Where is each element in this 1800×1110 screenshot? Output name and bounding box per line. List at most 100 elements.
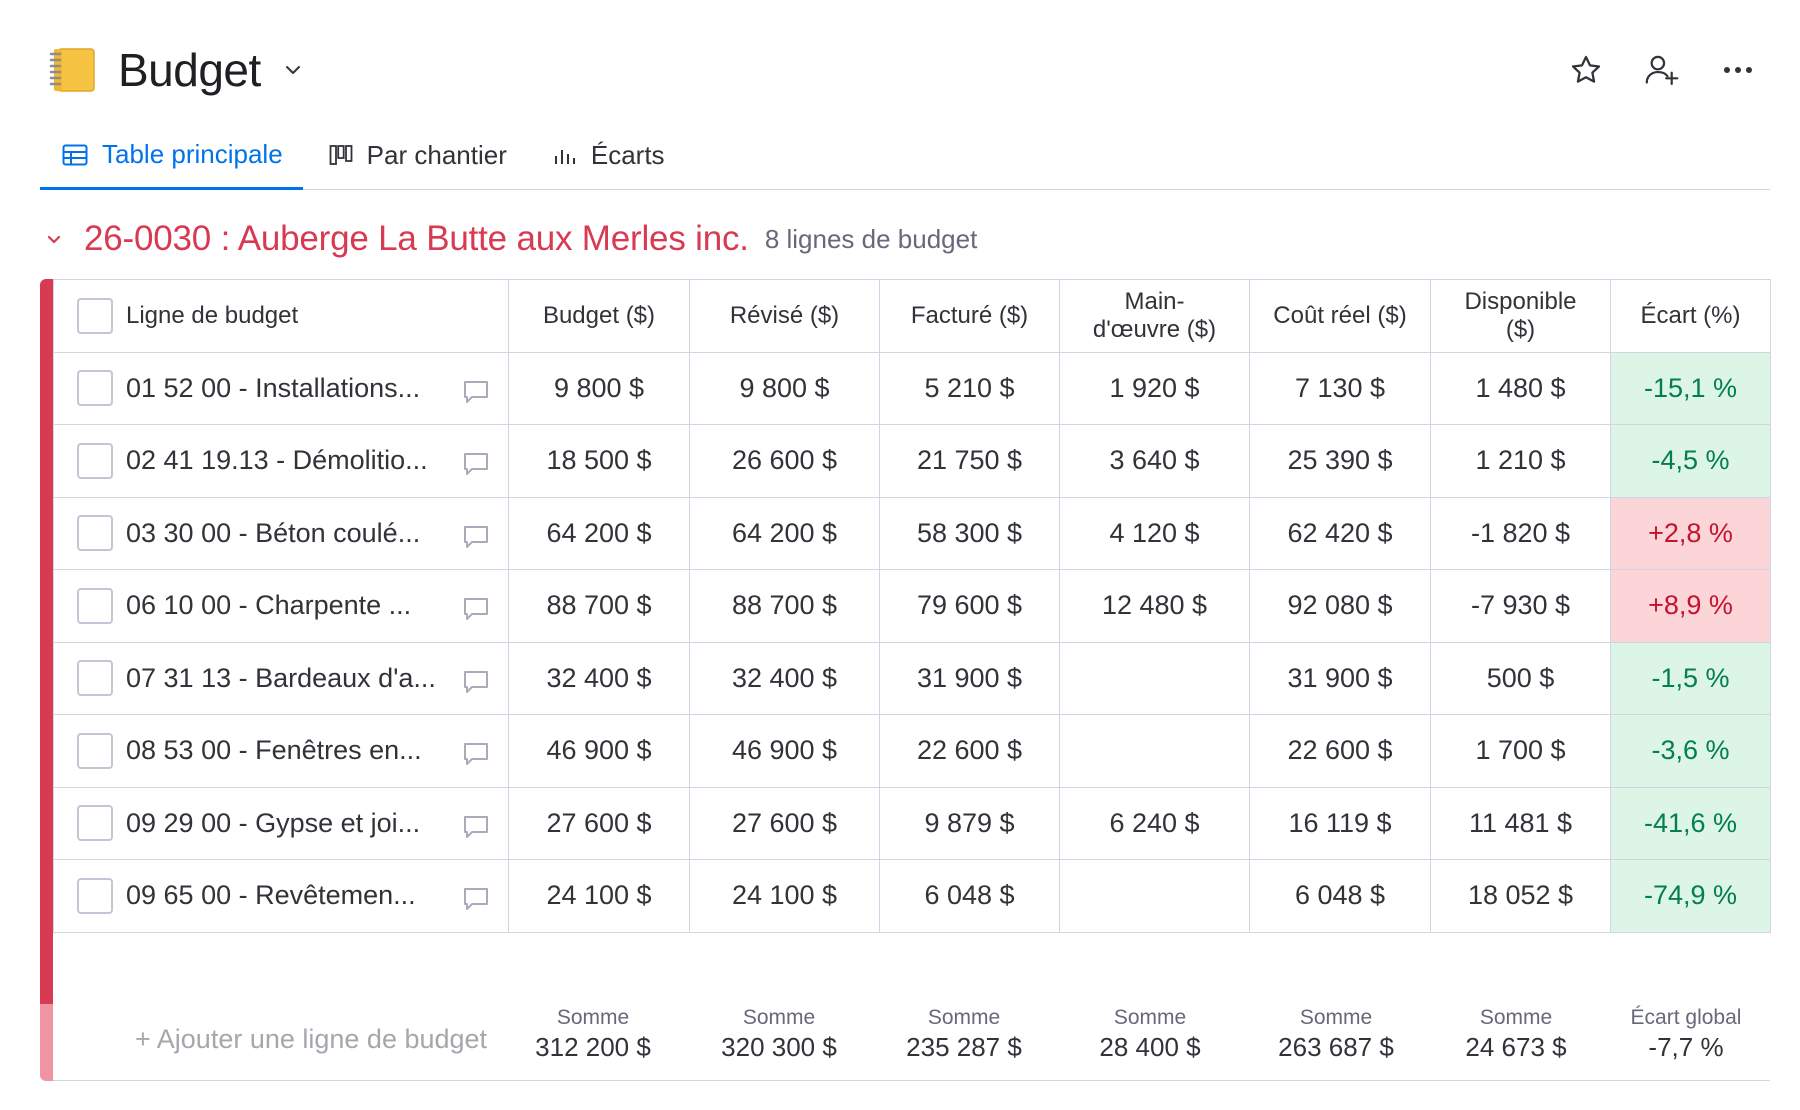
comment-icon[interactable]	[462, 741, 490, 767]
chevron-down-icon[interactable]	[283, 60, 303, 80]
facture-cell[interactable]: 22 600 $	[879, 714, 1060, 788]
cout-reel-cell[interactable]: 22 600 $	[1249, 714, 1431, 788]
item-name-cell[interactable]: 07 31 13 - Bardeaux d'a...	[53, 641, 509, 715]
main-oeuvre-cell[interactable]	[1059, 641, 1250, 715]
facture-cell[interactable]: 31 900 $	[879, 641, 1060, 715]
group-title[interactable]: 26-0030 : Auberge La Butte aux Merles in…	[84, 219, 749, 259]
tab-table-principale[interactable]: Table principale	[40, 122, 303, 190]
revise-cell[interactable]: 88 700 $	[689, 569, 880, 643]
disponible-cell[interactable]: 1 480 $	[1430, 351, 1611, 425]
row-checkbox[interactable]	[77, 370, 113, 407]
disponible-cell[interactable]: 1 210 $	[1430, 424, 1611, 498]
table-row[interactable]: 03 30 00 - Béton coulé... 64 200 $64 200 …	[53, 496, 1771, 570]
revise-cell[interactable]: 46 900 $	[689, 714, 880, 788]
cout-reel-cell[interactable]: 25 390 $	[1249, 424, 1431, 498]
comment-icon[interactable]	[462, 524, 490, 550]
budget-cell[interactable]: 46 900 $	[508, 714, 690, 788]
ecart-cell[interactable]: +8,9 %	[1610, 569, 1771, 643]
main-oeuvre-cell[interactable]	[1059, 859, 1250, 933]
disponible-cell[interactable]: 1 700 $	[1430, 714, 1611, 788]
table-row[interactable]: 08 53 00 - Fenêtres en... 46 900 $46 900 …	[53, 714, 1771, 788]
item-name[interactable]: 09 29 00 - Gypse et joi...	[126, 808, 446, 839]
item-name-cell[interactable]: 09 29 00 - Gypse et joi...	[53, 786, 509, 860]
revise-cell[interactable]: 64 200 $	[689, 496, 880, 570]
facture-cell[interactable]: 9 879 $	[879, 786, 1060, 860]
cout-reel-cell[interactable]: 31 900 $	[1249, 641, 1431, 715]
disponible-cell[interactable]: -1 820 $	[1430, 496, 1611, 570]
row-checkbox[interactable]	[77, 805, 113, 842]
item-name[interactable]: 08 53 00 - Fenêtres en...	[126, 735, 446, 766]
facture-cell[interactable]: 21 750 $	[879, 424, 1060, 498]
chevron-down-icon[interactable]	[44, 229, 64, 249]
revise-cell[interactable]: 24 100 $	[689, 859, 880, 933]
budget-cell[interactable]: 88 700 $	[508, 569, 690, 643]
cout-reel-cell[interactable]: 7 130 $	[1249, 351, 1431, 425]
main-oeuvre-cell[interactable]	[1059, 714, 1250, 788]
column-header-facture[interactable]: Facturé ($)	[879, 279, 1060, 353]
more-options-button[interactable]	[1708, 40, 1768, 100]
ecart-cell[interactable]: -15,1 %	[1610, 351, 1771, 425]
disponible-cell[interactable]: 11 481 $	[1430, 786, 1611, 860]
ecart-cell[interactable]: +2,8 %	[1610, 496, 1771, 570]
favorite-button[interactable]	[1556, 40, 1616, 100]
column-header-ecart[interactable]: Écart (%)	[1610, 279, 1771, 353]
disponible-cell[interactable]: 500 $	[1430, 641, 1611, 715]
budget-cell[interactable]: 27 600 $	[508, 786, 690, 860]
facture-cell[interactable]: 58 300 $	[879, 496, 1060, 570]
row-checkbox[interactable]	[77, 587, 113, 624]
item-name-cell[interactable]: 09 65 00 - Revêtemen...	[53, 859, 509, 933]
tab-ecarts[interactable]: Écarts	[531, 122, 685, 188]
revise-cell[interactable]: 26 600 $	[689, 424, 880, 498]
item-name[interactable]: 06 10 00 - Charpente ...	[126, 590, 446, 621]
row-checkbox[interactable]	[77, 732, 113, 769]
cout-reel-cell[interactable]: 92 080 $	[1249, 569, 1431, 643]
item-name[interactable]: 09 65 00 - Revêtemen...	[126, 880, 446, 911]
ecart-cell[interactable]: -74,9 %	[1610, 859, 1771, 933]
ecart-cell[interactable]: -41,6 %	[1610, 786, 1771, 860]
comment-icon[interactable]	[462, 814, 490, 840]
table-row[interactable]: 09 29 00 - Gypse et joi... 27 600 $27 600…	[53, 786, 1771, 860]
revise-cell[interactable]: 27 600 $	[689, 786, 880, 860]
table-row[interactable]: 09 65 00 - Revêtemen... 24 100 $24 100 $6…	[53, 859, 1771, 933]
item-name[interactable]: 01 52 00 - Installations...	[126, 373, 446, 404]
revise-cell[interactable]: 9 800 $	[689, 351, 880, 425]
column-header-disponible[interactable]: Disponible ($)	[1430, 279, 1611, 353]
row-checkbox[interactable]	[77, 442, 113, 479]
facture-cell[interactable]: 6 048 $	[879, 859, 1060, 933]
row-checkbox[interactable]	[77, 515, 113, 552]
item-name-cell[interactable]: 02 41 19.13 - Démolitio...	[53, 424, 509, 498]
main-oeuvre-cell[interactable]: 4 120 $	[1059, 496, 1250, 570]
table-row[interactable]: 01 52 00 - Installations... 9 800 $9 800 …	[53, 351, 1771, 425]
column-header-cout-reel[interactable]: Coût réel ($)	[1249, 279, 1431, 353]
revise-cell[interactable]: 32 400 $	[689, 641, 880, 715]
cout-reel-cell[interactable]: 62 420 $	[1249, 496, 1431, 570]
disponible-cell[interactable]: 18 052 $	[1430, 859, 1611, 933]
column-header-name[interactable]: Ligne de budget	[53, 279, 509, 353]
item-name[interactable]: 07 31 13 - Bardeaux d'a...	[126, 663, 446, 694]
main-oeuvre-cell[interactable]: 1 920 $	[1059, 351, 1250, 425]
comment-icon[interactable]	[462, 379, 490, 405]
table-row[interactable]: 02 41 19.13 - Démolitio... 18 500 $26 600…	[53, 424, 1771, 498]
ecart-cell[interactable]: -1,5 %	[1610, 641, 1771, 715]
row-checkbox[interactable]	[77, 660, 113, 697]
budget-cell[interactable]: 64 200 $	[508, 496, 690, 570]
cout-reel-cell[interactable]: 6 048 $	[1249, 859, 1431, 933]
comment-icon[interactable]	[462, 669, 490, 695]
comment-icon[interactable]	[462, 451, 490, 477]
cout-reel-cell[interactable]: 16 119 $	[1249, 786, 1431, 860]
item-name[interactable]: 03 30 00 - Béton coulé...	[126, 518, 446, 549]
ecart-cell[interactable]: -3,6 %	[1610, 714, 1771, 788]
column-header-revise[interactable]: Révisé ($)	[689, 279, 880, 353]
ecart-cell[interactable]: -4,5 %	[1610, 424, 1771, 498]
comment-icon[interactable]	[462, 596, 490, 622]
item-name[interactable]: 02 41 19.13 - Démolitio...	[126, 445, 446, 476]
main-oeuvre-cell[interactable]: 3 640 $	[1059, 424, 1250, 498]
budget-cell[interactable]: 9 800 $	[508, 351, 690, 425]
facture-cell[interactable]: 79 600 $	[879, 569, 1060, 643]
budget-cell[interactable]: 32 400 $	[508, 641, 690, 715]
budget-cell[interactable]: 18 500 $	[508, 424, 690, 498]
disponible-cell[interactable]: -7 930 $	[1430, 569, 1611, 643]
main-oeuvre-cell[interactable]: 12 480 $	[1059, 569, 1250, 643]
item-name-cell[interactable]: 03 30 00 - Béton coulé...	[53, 496, 509, 570]
column-header-main-oeuvre[interactable]: Main- d'œuvre ($)	[1059, 279, 1250, 353]
